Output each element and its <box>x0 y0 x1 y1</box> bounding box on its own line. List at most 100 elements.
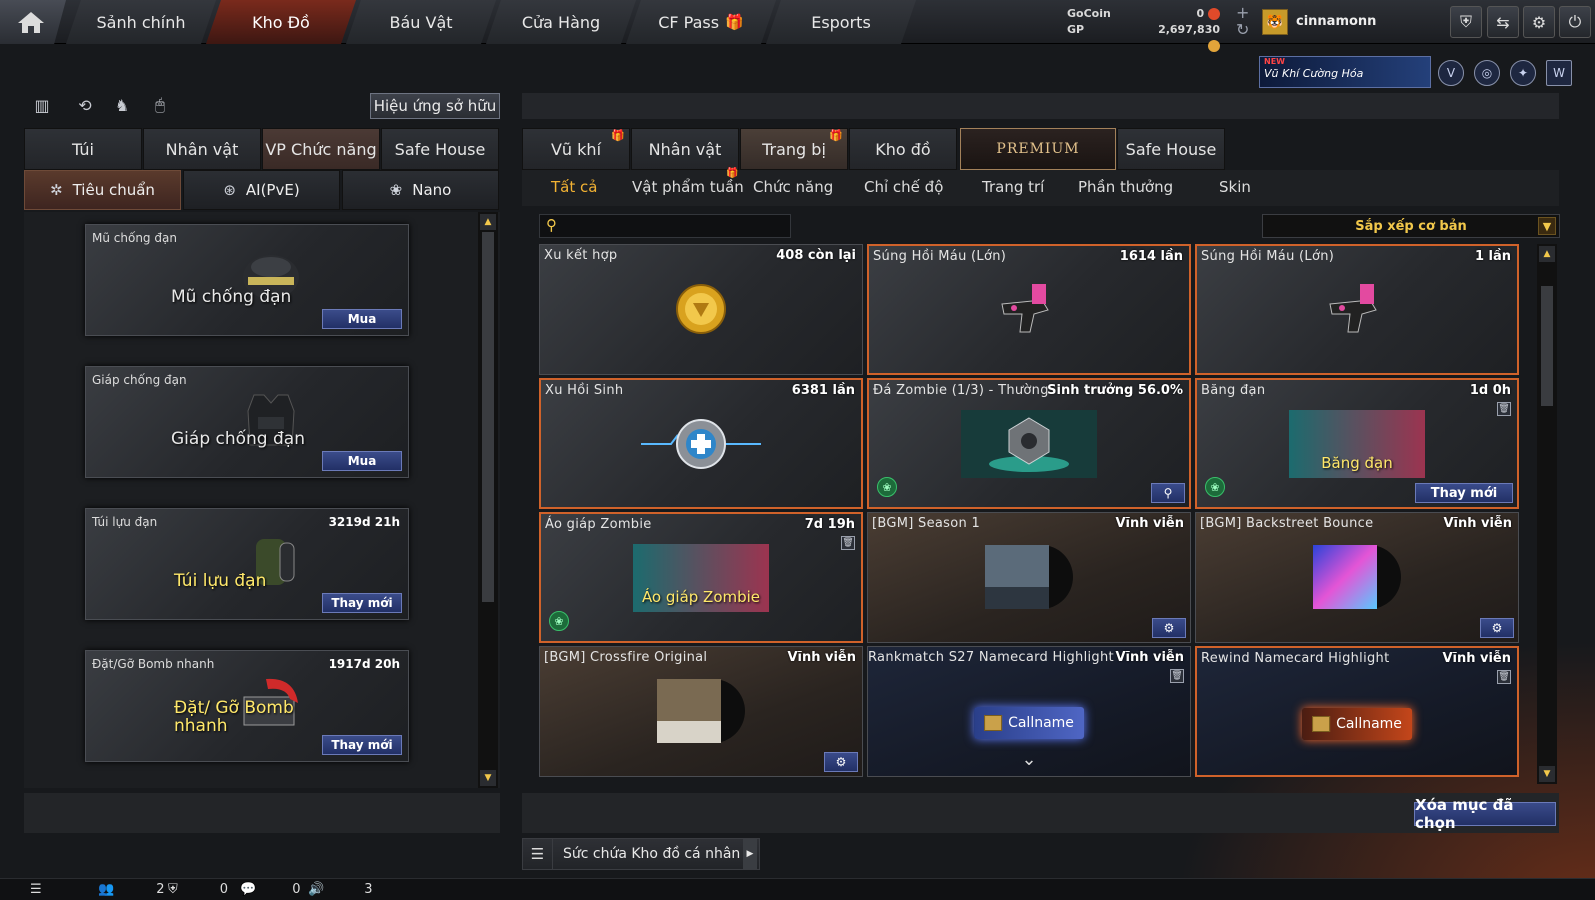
search-box[interactable]: ⚲ <box>539 214 791 238</box>
scroll-up-icon[interactable]: ▲ <box>1539 246 1555 262</box>
right-tab-character[interactable]: Nhân vật <box>631 128 739 170</box>
right-tab-premium[interactable]: PREMIUM <box>960 128 1116 170</box>
event-v-icon[interactable]: V <box>1438 60 1464 86</box>
right-scrollbar[interactable]: ▲ ▼ <box>1537 244 1557 784</box>
subtab-skin[interactable]: Skin <box>1219 178 1251 196</box>
inventory-card[interactable]: Súng Hồi Máu (Lớn) 1614 lần <box>867 244 1191 375</box>
clan-status[interactable]: ⛨ 0 <box>168 882 228 897</box>
rank-chart-icon[interactable]: ▥ <box>30 93 54 117</box>
inventory-card[interactable]: [BGM] Crossfire Original Vĩnh viễn ⚙ <box>539 646 863 777</box>
nav-tab-inventory[interactable]: Kho Đồ <box>206 0 356 44</box>
inventory-card[interactable]: Băng đạn 1d 0h 🗑 Băng đạn ❀ Thay mới <box>1195 378 1519 509</box>
settings-button[interactable]: ⚙ <box>1523 6 1555 38</box>
inventory-card[interactable]: Súng Hồi Máu (Lớn) 1 lần <box>1195 244 1519 375</box>
renew-button[interactable]: Thay mới <box>322 735 402 755</box>
list-item[interactable]: Túi lựu đạn 3219d 21h Túi lựu đạn Thay m… <box>85 508 409 620</box>
event-w-icon[interactable]: W <box>1546 60 1572 86</box>
add-icon[interactable]: + <box>1236 4 1249 21</box>
sort-arrow-icon[interactable]: ▼ <box>1538 217 1556 235</box>
refresh-icon[interactable]: ↻ <box>1236 21 1249 38</box>
subtab-all[interactable]: Tất cả <box>551 178 597 196</box>
buy-button[interactable]: Mua <box>322 309 402 329</box>
nano-icon: ❀ <box>389 181 403 199</box>
inventory-card[interactable]: [BGM] Backstreet Bounce Vĩnh viễn ⚙ <box>1195 512 1519 643</box>
renew-button[interactable]: Thay mới <box>322 593 402 613</box>
nav-tab-treasure[interactable]: Báu Vật <box>346 0 496 44</box>
left-subtab-ai-pve[interactable]: ⊛ AI(PvE) <box>183 170 340 210</box>
search-input[interactable] <box>568 217 786 235</box>
menu-icon[interactable]: ☰ <box>30 882 42 897</box>
settings-button[interactable]: ⚙ <box>1480 618 1514 638</box>
owned-effects-button[interactable]: Hiệu ứng sở hữu <box>370 93 500 119</box>
clan-shield-button[interactable]: ⛨ <box>1450 6 1482 38</box>
event-globe-icon[interactable]: ◎ <box>1474 60 1500 86</box>
delete-selected-button[interactable]: Xóa mục đã chọn <box>1414 796 1556 832</box>
expand-arrow-icon[interactable]: ▶ <box>743 839 757 869</box>
right-tab-equipment[interactable]: Trang bị 🎁 <box>740 128 848 170</box>
character-pose-icon[interactable]: ♞ <box>110 93 134 117</box>
gift-icon: 🎁 <box>726 168 739 179</box>
subtab-decoration[interactable]: Trang trí <box>982 178 1044 196</box>
rank-avatar[interactable]: 🐯 <box>1262 9 1288 35</box>
inventory-card[interactable]: Rankmatch S27 Namecard Highlight Vĩnh vi… <box>867 646 1191 777</box>
settings-button[interactable]: ⚙ <box>824 752 858 772</box>
event-star-icon[interactable]: ✦ <box>1510 60 1536 86</box>
inventory-card[interactable]: Xu Hồi Sinh 6381 lần <box>539 378 863 509</box>
left-tab-safe-house[interactable]: Safe House <box>381 128 499 170</box>
scroll-down-icon[interactable]: ▼ <box>1539 766 1555 782</box>
trash-icon[interactable]: 🗑 <box>1497 670 1511 684</box>
subtab-functional[interactable]: Chức năng <box>753 178 833 196</box>
sound-status[interactable]: 🔊 3 <box>308 882 372 897</box>
home-button[interactable] <box>0 0 66 44</box>
list-item[interactable]: Mũ chống đạn Mũ chống đạn Mua <box>85 224 409 336</box>
subtab-mode-only[interactable]: Chỉ chế độ <box>864 178 943 196</box>
history-icon[interactable]: ⟲ <box>73 93 97 117</box>
nav-tab-esports[interactable]: Esports <box>766 0 916 44</box>
username[interactable]: cinnamonn <box>1296 14 1376 29</box>
gocoin-icon <box>1208 8 1220 20</box>
right-tab-storage[interactable]: Kho đồ <box>849 128 957 170</box>
inventory-card[interactable]: [BGM] Season 1 Vĩnh viễn ⚙ <box>867 512 1191 643</box>
inventory-card[interactable]: Rewind Namecard Highlight Vĩnh viễn 🗑 Ca… <box>1195 646 1519 777</box>
nano-badge-icon: ❀ <box>877 477 897 497</box>
left-subtab-nano[interactable]: ❀ Nano <box>342 170 499 210</box>
trash-icon[interactable]: 🗑 <box>1497 402 1511 416</box>
ammo-box-image: Băng đạn <box>1289 410 1425 478</box>
right-tab-safe-house[interactable]: Safe House <box>1117 128 1225 170</box>
trash-icon[interactable]: 🗑 <box>1170 669 1184 683</box>
scroll-down-icon[interactable]: ▼ <box>480 770 496 786</box>
inventory-card[interactable]: Đá Zombie (1/3) - Thường Sinh trưởng 56.… <box>867 378 1191 509</box>
scroll-thumb[interactable] <box>1541 286 1553 406</box>
subtab-weekly-items[interactable]: Vật phẩm tuần <box>632 178 744 196</box>
exit-room-button[interactable]: ⇆ <box>1487 6 1519 38</box>
subtab-rewards[interactable]: Phần thưởng <box>1078 178 1173 196</box>
scroll-up-icon[interactable]: ▲ <box>480 214 496 230</box>
right-tab-weapons[interactable]: Vũ khí 🎁 <box>522 128 630 170</box>
capacity-bar[interactable]: ☰ Sức chứa Kho đồ cá nhân ▶ <box>522 838 760 870</box>
mouse-icon[interactable]: 🖱 <box>148 93 172 117</box>
left-tab-bag[interactable]: Túi <box>24 128 142 170</box>
settings-button[interactable]: ⚙ <box>1152 618 1186 638</box>
chevron-down-icon[interactable]: ⌄ <box>1021 749 1036 770</box>
left-tab-character[interactable]: Nhân vật <box>143 128 261 170</box>
list-item[interactable]: Giáp chống đạn Giáp chống đạn Mua <box>85 366 409 478</box>
left-tab-functional-items[interactable]: VP Chức năng <box>262 128 380 170</box>
left-subtab-standard[interactable]: ✲ Tiêu chuẩn <box>24 170 181 210</box>
quit-button[interactable]: ⏻ <box>1559 6 1591 38</box>
inventory-card[interactable]: Xu kết hợp 408 còn lại <box>539 244 863 375</box>
chat-status[interactable]: 💬 0 <box>240 882 300 897</box>
renew-button[interactable]: Thay mới <box>1415 483 1513 503</box>
nav-tab-lobby[interactable]: Sảnh chính <box>66 0 216 44</box>
inventory-card[interactable]: Áo giáp Zombie 7d 19h 🗑 Áo giáp Zombie ❀ <box>539 512 863 643</box>
friends-status[interactable]: 👥 2 <box>98 882 164 897</box>
left-scrollbar[interactable]: ▲ ▼ <box>478 212 498 788</box>
scroll-thumb[interactable] <box>482 232 494 602</box>
nav-tab-shop[interactable]: Cửa Hàng <box>486 0 636 44</box>
list-item[interactable]: Đặt/Gỡ Bomb nhanh 1917d 20h Đặt/ Gỡ Bomb… <box>85 650 409 762</box>
trash-icon[interactable]: 🗑 <box>841 536 855 550</box>
inspect-button[interactable]: ⚲ <box>1151 483 1185 503</box>
promo-banner[interactable]: NEW Vũ Khí Cường Hóa <box>1259 56 1431 88</box>
sort-dropdown[interactable]: Sắp xếp cơ bản ▼ <box>1262 214 1560 238</box>
buy-button[interactable]: Mua <box>322 451 402 471</box>
nav-tab-cf-pass[interactable]: CF Pass 🎁 <box>626 0 776 44</box>
